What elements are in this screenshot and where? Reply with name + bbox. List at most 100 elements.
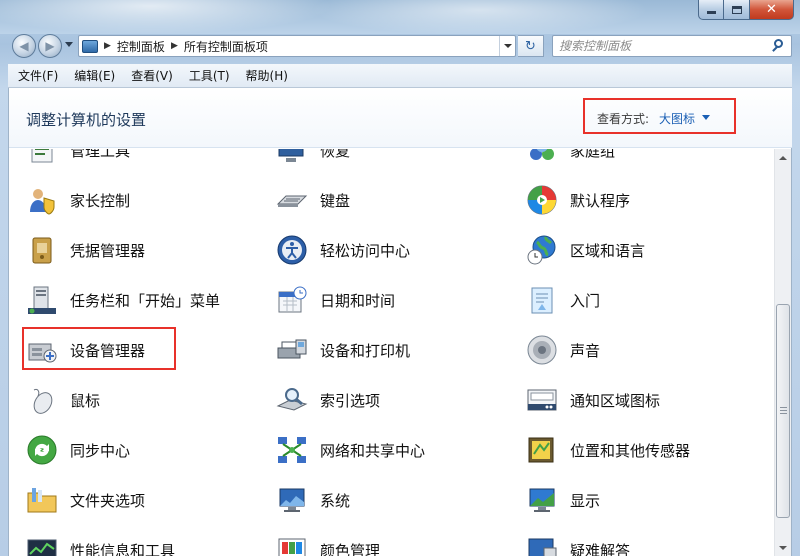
item-region-language[interactable]: 区域和语言	[526, 230, 645, 270]
location-sensors-icon	[526, 434, 558, 466]
item-sync-center[interactable]: 同步中心	[26, 430, 130, 470]
chevron-down-icon	[503, 44, 512, 48]
display-icon	[526, 484, 558, 516]
item-label: 区域和语言	[570, 241, 646, 260]
ease-of-access-icon	[276, 234, 308, 266]
item-label: 颜色管理	[320, 541, 381, 556]
recent-pages-dropdown-icon[interactable]	[65, 42, 73, 47]
address-dropdown-button[interactable]	[499, 36, 515, 56]
indexing-icon	[276, 384, 308, 416]
folder-options-icon	[26, 484, 58, 516]
control-panel-icon	[82, 39, 98, 53]
menu-edit[interactable]: 编辑(E)	[64, 67, 121, 84]
item-getting-started[interactable]: 入门	[526, 280, 600, 320]
item-network-sharing[interactable]: 网络和共享中心	[276, 430, 425, 470]
item-label: 性能信息和工具	[70, 541, 176, 556]
item-parental-controls[interactable]: 家长控制	[26, 180, 130, 220]
scrollbar-thumb[interactable]	[776, 304, 790, 518]
view-by-dropdown[interactable]: 大图标	[659, 110, 695, 127]
forward-arrow-icon: ▶	[45, 39, 55, 53]
item-devices-printers[interactable]: 设备和打印机	[276, 330, 410, 370]
item-credential-manager[interactable]: 凭据管理器	[26, 230, 145, 270]
item-label: 疑难解答	[570, 541, 631, 556]
search-icon[interactable]	[771, 39, 785, 53]
menu-help[interactable]: 帮助(H)	[236, 67, 294, 84]
item-default-programs[interactable]: 默认程序	[526, 180, 630, 220]
item-label: 声音	[570, 341, 601, 360]
scroll-up-button[interactable]	[775, 149, 791, 166]
item-label: 日期和时间	[320, 291, 396, 310]
color-management-icon	[276, 534, 308, 556]
notification-area-icon	[526, 384, 558, 416]
page-title: 调整计算机的设置	[26, 111, 147, 129]
item-label: 默认程序	[570, 191, 631, 210]
view-by-label: 查看方式:	[597, 112, 650, 126]
default-programs-icon	[526, 184, 558, 216]
title-bar[interactable]	[0, 0, 800, 34]
item-homegroup[interactable]: 家庭组	[526, 149, 615, 170]
view-by-highlight: 查看方式: 大图标	[583, 98, 736, 134]
vertical-scrollbar[interactable]	[774, 149, 791, 556]
close-button[interactable]: ✕	[750, 0, 794, 20]
item-notification-icons[interactable]: 通知区域图标	[526, 380, 660, 420]
header-band: 调整计算机的设置 查看方式: 大图标	[9, 88, 792, 148]
item-label: 键盘	[320, 191, 351, 210]
maximize-button[interactable]	[724, 0, 750, 20]
window-frame: ✕ ◀ ▶ ▶ 控制面板 ▶ 所有控制面板项 ↻ 文件(F) 编辑(E) 查看(…	[0, 0, 800, 556]
breadcrumb-separator-icon[interactable]: ▶	[104, 41, 111, 51]
minimize-button[interactable]	[698, 0, 724, 20]
item-admin-tools[interactable]: 管理工具	[26, 149, 130, 170]
scroll-down-button[interactable]	[775, 539, 791, 556]
maximize-icon	[731, 5, 742, 14]
breadcrumb-separator-icon[interactable]: ▶	[171, 41, 178, 51]
item-ease-of-access[interactable]: 轻松访问中心	[276, 230, 410, 270]
item-label: 管理工具	[70, 149, 131, 160]
item-system[interactable]: 系统	[276, 480, 350, 520]
item-display[interactable]: 显示	[526, 480, 600, 520]
item-label: 文件夹选项	[70, 491, 146, 510]
items-grid: 管理工具 家长控制 凭据管理器 任务栏和「开始」菜单 设备管理器 鼠标 同步中心…	[9, 149, 775, 556]
refresh-button[interactable]: ↻	[518, 35, 544, 57]
item-color-management[interactable]: 颜色管理	[276, 530, 380, 556]
menu-view[interactable]: 查看(V)	[121, 67, 179, 84]
item-label: 入门	[570, 291, 601, 310]
item-indexing-options[interactable]: 索引选项	[276, 380, 380, 420]
parental-controls-icon	[26, 184, 58, 216]
chevron-up-icon	[779, 155, 787, 160]
item-mouse[interactable]: 鼠标	[26, 380, 100, 420]
address-bar[interactable]: ▶ 控制面板 ▶ 所有控制面板项	[78, 35, 516, 57]
menu-file[interactable]: 文件(F)	[8, 67, 64, 84]
close-icon: ✕	[766, 2, 777, 17]
printer-icon	[276, 334, 308, 366]
breadcrumb-control-panel[interactable]: 控制面板	[117, 38, 165, 55]
forward-button[interactable]: ▶	[38, 34, 62, 58]
item-label: 任务栏和「开始」菜单	[70, 291, 221, 310]
item-folder-options[interactable]: 文件夹选项	[26, 480, 145, 520]
calendar-clock-icon	[276, 284, 308, 316]
mouse-icon	[26, 384, 58, 416]
search-input[interactable]	[559, 37, 769, 55]
item-label: 鼠标	[70, 391, 101, 410]
item-troubleshooting[interactable]: 疑难解答	[526, 530, 630, 556]
content-pane: 调整计算机的设置 查看方式: 大图标 管理工具 家长控制 凭据管理器 任务栏和「…	[8, 88, 792, 556]
recovery-icon	[276, 149, 308, 166]
item-label: 网络和共享中心	[320, 441, 426, 460]
item-performance-tools[interactable]: 性能信息和工具	[26, 530, 175, 556]
item-keyboard[interactable]: 键盘	[276, 180, 350, 220]
system-icon	[276, 484, 308, 516]
keyboard-icon	[276, 184, 308, 216]
refresh-icon: ↻	[525, 38, 536, 54]
item-sound[interactable]: 声音	[526, 330, 600, 370]
item-date-time[interactable]: 日期和时间	[276, 280, 395, 320]
speaker-icon	[526, 334, 558, 366]
back-button[interactable]: ◀	[12, 34, 36, 58]
item-label: 恢复	[320, 149, 351, 160]
chevron-down-icon[interactable]	[702, 115, 710, 120]
item-taskbar-start-menu[interactable]: 任务栏和「开始」菜单	[26, 280, 220, 320]
item-recovery[interactable]: 恢复	[276, 149, 350, 170]
menu-tools[interactable]: 工具(T)	[179, 67, 236, 84]
item-location-sensors[interactable]: 位置和其他传感器	[526, 430, 690, 470]
credential-manager-icon	[26, 234, 58, 266]
back-arrow-icon: ◀	[19, 39, 29, 53]
breadcrumb-all-items[interactable]: 所有控制面板项	[184, 38, 268, 55]
